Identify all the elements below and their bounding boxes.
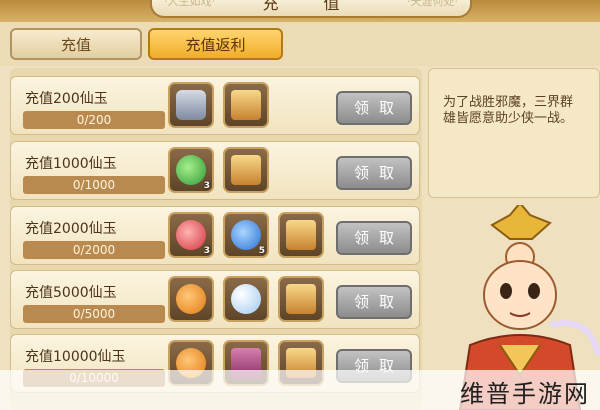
reward-row-title: 充值200仙玉 xyxy=(25,91,108,107)
reward-row-title: 充值5000仙玉 xyxy=(25,285,117,301)
crystal-ball-icon xyxy=(231,284,261,314)
progress-bar: 0/200 xyxy=(23,111,165,129)
info-panel: 为了战胜邪魔，三界群 雄皆愿意助少侠一战。 xyxy=(428,68,600,198)
chest-icon xyxy=(176,90,206,120)
claim-button[interactable]: 领取 xyxy=(336,221,412,255)
progress-bar: 0/5000 xyxy=(23,305,165,323)
progress-bar: 0/1000 xyxy=(23,176,165,194)
progress-text: 0/5000 xyxy=(72,307,116,321)
reward-item-slot[interactable] xyxy=(223,147,269,193)
reward-item-slot[interactable]: 3 xyxy=(168,212,214,258)
reward-item-slot[interactable] xyxy=(278,276,324,322)
reward-item-count: 5 xyxy=(258,246,265,256)
reward-item-count: 3 xyxy=(203,181,210,191)
ruby-orb-icon xyxy=(176,220,206,250)
progress-text: 0/200 xyxy=(76,113,112,127)
title-plate: ·人生如戏· 充 值 ·天涯何处· xyxy=(150,0,472,18)
scroll-icon xyxy=(231,90,261,120)
progress-text: 0/2000 xyxy=(72,243,116,257)
tab-topup[interactable]: 充值 xyxy=(10,28,142,60)
gourd-icon xyxy=(176,284,206,314)
reward-item-slot[interactable] xyxy=(223,82,269,128)
scroll-icon xyxy=(286,220,316,250)
scroll-icon xyxy=(231,155,261,185)
reward-row: 充值1000仙玉 0/1000 3 领取 xyxy=(10,141,420,200)
reward-row: 充值200仙玉 0/200 领取 xyxy=(10,76,420,135)
sapphire-orb-icon xyxy=(231,220,261,250)
reward-item-slot[interactable] xyxy=(223,276,269,322)
scroll-icon xyxy=(286,284,316,314)
reward-row-title: 充值2000仙玉 xyxy=(25,221,117,237)
tab-topup-rebate[interactable]: 充值返利 xyxy=(148,28,283,60)
info-text: 为了战胜邪魔，三界群 雄皆愿意助少侠一战。 xyxy=(443,95,574,126)
reward-row: 充值5000仙玉 0/5000 领取 xyxy=(10,270,420,329)
claim-button[interactable]: 领取 xyxy=(336,91,412,125)
reward-row: 充值2000仙玉 0/2000 3 5 领取 xyxy=(10,206,420,265)
page-title: 充 值 xyxy=(262,0,360,13)
jade-orb-icon xyxy=(176,155,206,185)
reward-row-title: 充值1000仙玉 xyxy=(25,156,117,172)
reward-item-slot[interactable]: 5 xyxy=(223,212,269,258)
claim-button[interactable]: 领取 xyxy=(336,156,412,190)
progress-bar: 0/2000 xyxy=(23,241,165,259)
title-decor-left: ·人生如戏· xyxy=(164,0,215,8)
site-watermark: 维普手游网 xyxy=(460,380,590,408)
reward-item-slot[interactable]: 3 xyxy=(168,147,214,193)
reward-item-count: 3 xyxy=(203,246,210,256)
reward-row-title: 充值10000仙玉 xyxy=(25,349,126,365)
progress-text: 0/1000 xyxy=(72,178,116,192)
claim-button[interactable]: 领取 xyxy=(336,285,412,319)
reward-item-slot[interactable] xyxy=(168,82,214,128)
title-decor-right: ·天涯何处· xyxy=(407,0,458,8)
reward-item-slot[interactable] xyxy=(168,276,214,322)
reward-item-slot[interactable] xyxy=(278,212,324,258)
